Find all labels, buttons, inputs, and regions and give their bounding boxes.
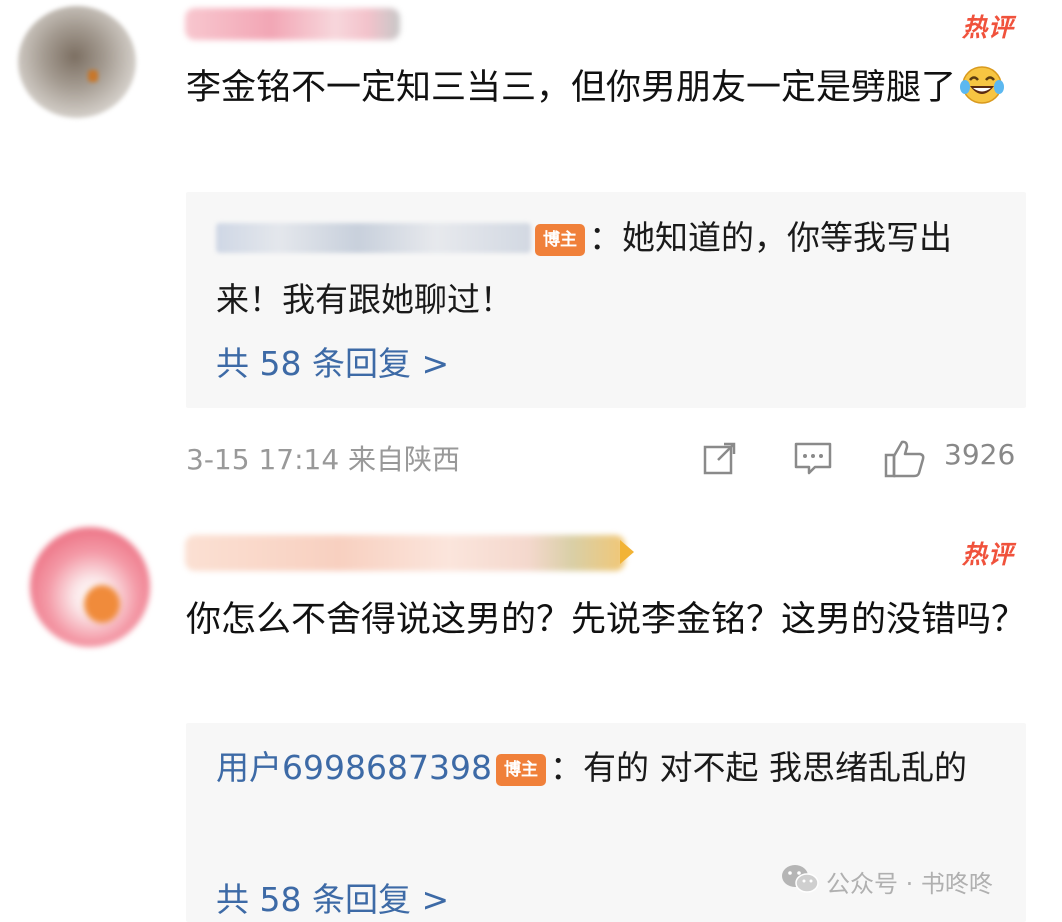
watermark-text: 公众号 · 书咚咚	[826, 870, 993, 898]
comment-meta: 3-15 17:14 来自陕西	[186, 443, 461, 476]
hot-comment-badge: 热评	[961, 540, 1014, 569]
author-badge: 博主	[495, 754, 546, 786]
reply-content: ：有的 对不起 我思绪乱乱的	[549, 748, 967, 787]
share-icon[interactable]	[700, 438, 740, 485]
avatar-decoration	[84, 585, 120, 623]
like-count: 3926	[944, 438, 1016, 471]
comment-item: 热评 李金铭不一定知三当三，但你男朋友一定是劈腿了 博主 ：她知道的，你等我写出来…	[0, 0, 1062, 500]
weibo-comment-list: 热评 李金铭不一定知三当三，但你男朋友一定是劈腿了 博主 ：她知道的，你等我写出来…	[0, 0, 1062, 922]
reply-preview[interactable]: 博主 ：她知道的，你等我写出来！我有跟她聊过！ 共 58 条回复 >	[186, 192, 1026, 408]
avatar-detail	[88, 70, 98, 82]
more-replies-link[interactable]: 共 58 条回复 >	[216, 337, 449, 385]
reply-username[interactable]: 用户6998687398	[216, 748, 492, 787]
member-badge-icon	[620, 540, 634, 564]
hot-comment-badge: 热评	[961, 13, 1014, 42]
username-blurred[interactable]	[185, 535, 625, 571]
reply-username-blurred[interactable]	[216, 223, 531, 253]
comment-item: 热评 你怎么不舍得说这男的？先说李金铭？这男的没错吗？ 用户6998687398…	[0, 505, 1062, 922]
comment-icon[interactable]	[792, 438, 834, 485]
comment-text: 你怎么不舍得说这男的？先说李金铭？这男的没错吗？	[186, 600, 1027, 640]
comment-text: 李金铭不一定知三当三，但你男朋友一定是劈腿了	[186, 58, 1036, 119]
avatar[interactable]	[18, 6, 136, 118]
comment-footer: 3-15 17:14 来自陕西 3926	[186, 434, 1026, 484]
laugh-cry-emoji-icon	[960, 64, 1005, 104]
reply-text: 用户6998687398 博主 ：有的 对不起 我思绪乱乱的	[216, 737, 996, 799]
username-blurred[interactable]	[185, 8, 400, 40]
avatar[interactable]	[30, 527, 150, 647]
comment-text-content: 李金铭不一定知三当三，但你男朋友一定是劈腿了	[186, 68, 957, 108]
reply-text: 博主 ：她知道的，你等我写出来！我有跟她聊过！	[216, 207, 996, 331]
wechat-icon	[780, 862, 820, 902]
author-badge: 博主	[535, 224, 585, 256]
like-icon[interactable]	[883, 438, 927, 487]
more-replies-link[interactable]: 共 58 条回复 >	[216, 873, 449, 921]
